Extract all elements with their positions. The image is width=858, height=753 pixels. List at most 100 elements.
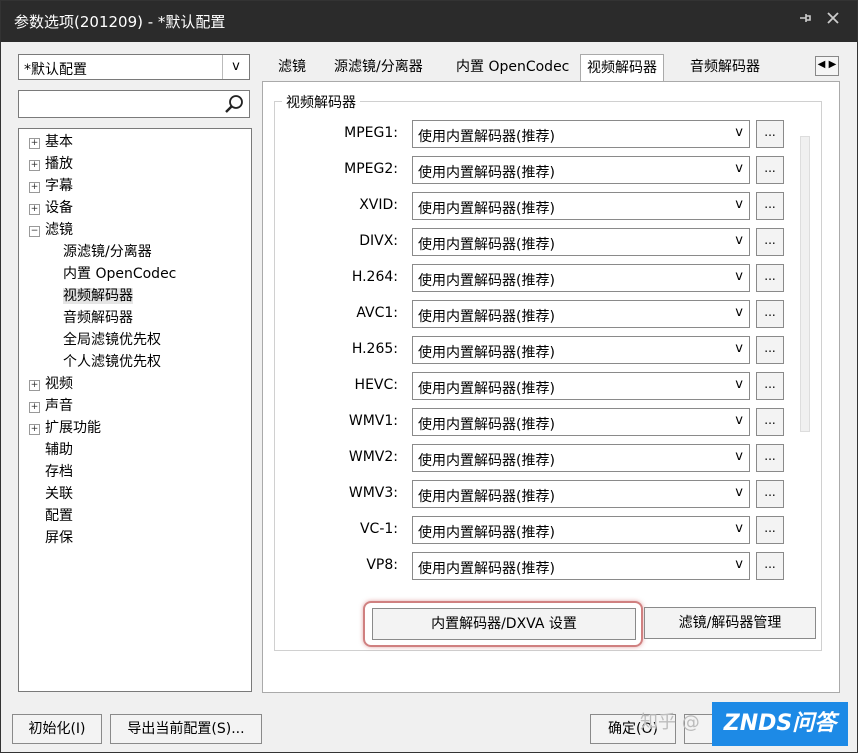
decoder-options-button[interactable]: ... (756, 300, 784, 328)
decoder-select[interactable]: 使用内置解码器(推荐) v (412, 228, 750, 256)
tree-item-playback[interactable]: 播放 (45, 153, 73, 175)
expand-icon[interactable]: + (29, 204, 40, 215)
decoder-options-button[interactable]: ... (756, 444, 784, 472)
decoder-options-button[interactable]: ... (756, 516, 784, 544)
decoder-options-button[interactable]: ... (756, 156, 784, 184)
tree-item-filter[interactable]: 滤镜 (45, 219, 73, 241)
tree-item-basic[interactable]: 基本 (45, 131, 73, 153)
init-button[interactable]: 初始化(I) (12, 714, 102, 744)
decoder-select[interactable]: 使用内置解码器(推荐) v (412, 156, 750, 184)
decoder-select-value: 使用内置解码器(推荐) (418, 453, 555, 469)
tree-item-builtin-opencodec[interactable]: 内置 OpenCodec (63, 263, 176, 285)
decoder-select[interactable]: 使用内置解码器(推荐) v (412, 264, 750, 292)
decoder-options-button[interactable]: ... (756, 120, 784, 148)
decoder-label: H.265: (351, 341, 398, 357)
expand-icon[interactable]: + (29, 402, 40, 413)
decoder-select[interactable]: 使用内置解码器(推荐) v (412, 444, 750, 472)
vertical-scrollbar[interactable] (798, 118, 812, 588)
decoder-select-value: 使用内置解码器(推荐) (418, 201, 555, 217)
decoder-manager-button[interactable]: 滤镜/解码器管理 (644, 607, 816, 639)
tab-audio-decoder[interactable]: 音频解码器 (684, 54, 766, 80)
expand-icon[interactable]: + (29, 138, 40, 149)
tab-filter[interactable]: 滤镜 (272, 54, 312, 80)
decoder-select[interactable]: 使用内置解码器(推荐) v (412, 552, 750, 580)
decoder-options-button[interactable]: ... (756, 552, 784, 580)
decoder-select-value: 使用内置解码器(推荐) (418, 489, 555, 505)
decoder-options-button[interactable]: ... (756, 336, 784, 364)
tree-item-assist[interactable]: 辅助 (45, 439, 73, 461)
profile-value: *默认配置 (24, 62, 87, 78)
chevron-down-icon[interactable]: v (735, 485, 743, 500)
tab-builtin-opencodec[interactable]: 内置 OpenCodec (450, 54, 575, 80)
decoder-select-value: 使用内置解码器(推荐) (418, 417, 555, 433)
znds-watermark: ZNDS问答 (712, 702, 848, 746)
chevron-down-icon[interactable]: v (735, 197, 743, 212)
pin-icon[interactable] (794, 10, 816, 32)
chevron-down-icon[interactable]: v (735, 413, 743, 428)
tree-item-global-priority[interactable]: 全局滤镜优先权 (63, 329, 161, 351)
decoder-select[interactable]: 使用内置解码器(推荐) v (412, 336, 750, 364)
decoder-label: DIVX: (359, 233, 398, 249)
decoder-select[interactable]: 使用内置解码器(推荐) v (412, 120, 750, 148)
tree-item-extension[interactable]: 扩展功能 (45, 417, 101, 439)
decoder-select[interactable]: 使用内置解码器(推荐) v (412, 516, 750, 544)
decoder-label: MPEG2: (344, 161, 398, 177)
export-config-button[interactable]: 导出当前配置(S)... (110, 714, 262, 744)
tree-item-device[interactable]: 设备 (45, 197, 73, 219)
close-icon[interactable] (822, 10, 844, 32)
decoder-options-button[interactable]: ... (756, 228, 784, 256)
decoder-options-button[interactable]: ... (756, 408, 784, 436)
scroll-left-icon[interactable]: ◀ (816, 59, 827, 70)
tree-item-video-decoder[interactable]: 视频解码器 (63, 285, 133, 307)
decoder-label: HEVC: (354, 377, 398, 393)
decoder-options-button[interactable]: ... (756, 264, 784, 292)
tree-item-association[interactable]: 关联 (45, 483, 73, 505)
expand-icon[interactable]: + (29, 380, 40, 391)
scrollbar-thumb[interactable] (800, 136, 810, 432)
chevron-down-icon[interactable]: v (735, 521, 743, 536)
decoder-select[interactable]: 使用内置解码器(推荐) v (412, 300, 750, 328)
expand-icon[interactable]: + (29, 160, 40, 171)
tree-item-source-filter[interactable]: 源滤镜/分离器 (63, 241, 152, 263)
scroll-right-icon[interactable]: ▶ (827, 59, 838, 70)
decoder-select[interactable]: 使用内置解码器(推荐) v (412, 408, 750, 436)
search-input[interactable] (18, 90, 250, 118)
decoder-options-button[interactable]: ... (756, 192, 784, 220)
decoder-select[interactable]: 使用内置解码器(推荐) v (412, 192, 750, 220)
chevron-down-icon[interactable]: v (735, 269, 743, 284)
chevron-down-icon[interactable]: v (735, 233, 743, 248)
chevron-down-icon[interactable]: v (735, 125, 743, 140)
zhihu-watermark: 知乎 @ (640, 712, 700, 733)
tree-item-personal-priority[interactable]: 个人滤镜优先权 (63, 351, 161, 373)
decoder-options-button[interactable]: ... (756, 480, 784, 508)
tree-item-screensaver[interactable]: 屏保 (45, 527, 73, 549)
tree-item-archive[interactable]: 存档 (45, 461, 73, 483)
tree-item-audio[interactable]: 声音 (45, 395, 73, 417)
expand-icon[interactable]: + (29, 424, 40, 435)
decoder-label: VP8: (366, 557, 398, 573)
tab-video-decoder[interactable]: 视频解码器 (580, 54, 664, 82)
decoder-select[interactable]: 使用内置解码器(推荐) v (412, 372, 750, 400)
chevron-down-icon[interactable]: v (222, 55, 249, 79)
window-title: 参数选项(201209) - *默认配置 (14, 13, 226, 31)
tab-source-filter[interactable]: 源滤镜/分离器 (328, 54, 429, 80)
tree-item-audio-decoder[interactable]: 音频解码器 (63, 307, 133, 329)
decoder-options-button[interactable]: ... (756, 372, 784, 400)
chevron-down-icon[interactable]: v (735, 557, 743, 572)
chevron-down-icon[interactable]: v (735, 341, 743, 356)
chevron-down-icon[interactable]: v (735, 305, 743, 320)
expand-icon[interactable]: + (29, 182, 40, 193)
decoder-label: WMV1: (348, 413, 398, 429)
chevron-down-icon[interactable]: v (735, 449, 743, 464)
tree-item-config[interactable]: 配置 (45, 505, 73, 527)
profile-select[interactable]: *默认配置 v (18, 54, 250, 80)
dxva-settings-button[interactable]: 内置解码器/DXVA 设置 (372, 608, 636, 640)
tree-item-video[interactable]: 视频 (45, 373, 73, 395)
collapse-icon[interactable]: − (29, 226, 40, 237)
group-title: 视频解码器 (282, 92, 360, 112)
chevron-down-icon[interactable]: v (735, 161, 743, 176)
tree-item-subtitle[interactable]: 字幕 (45, 175, 73, 197)
decoder-select[interactable]: 使用内置解码器(推荐) v (412, 480, 750, 508)
chevron-down-icon[interactable]: v (735, 377, 743, 392)
search-icon[interactable] (223, 93, 245, 115)
